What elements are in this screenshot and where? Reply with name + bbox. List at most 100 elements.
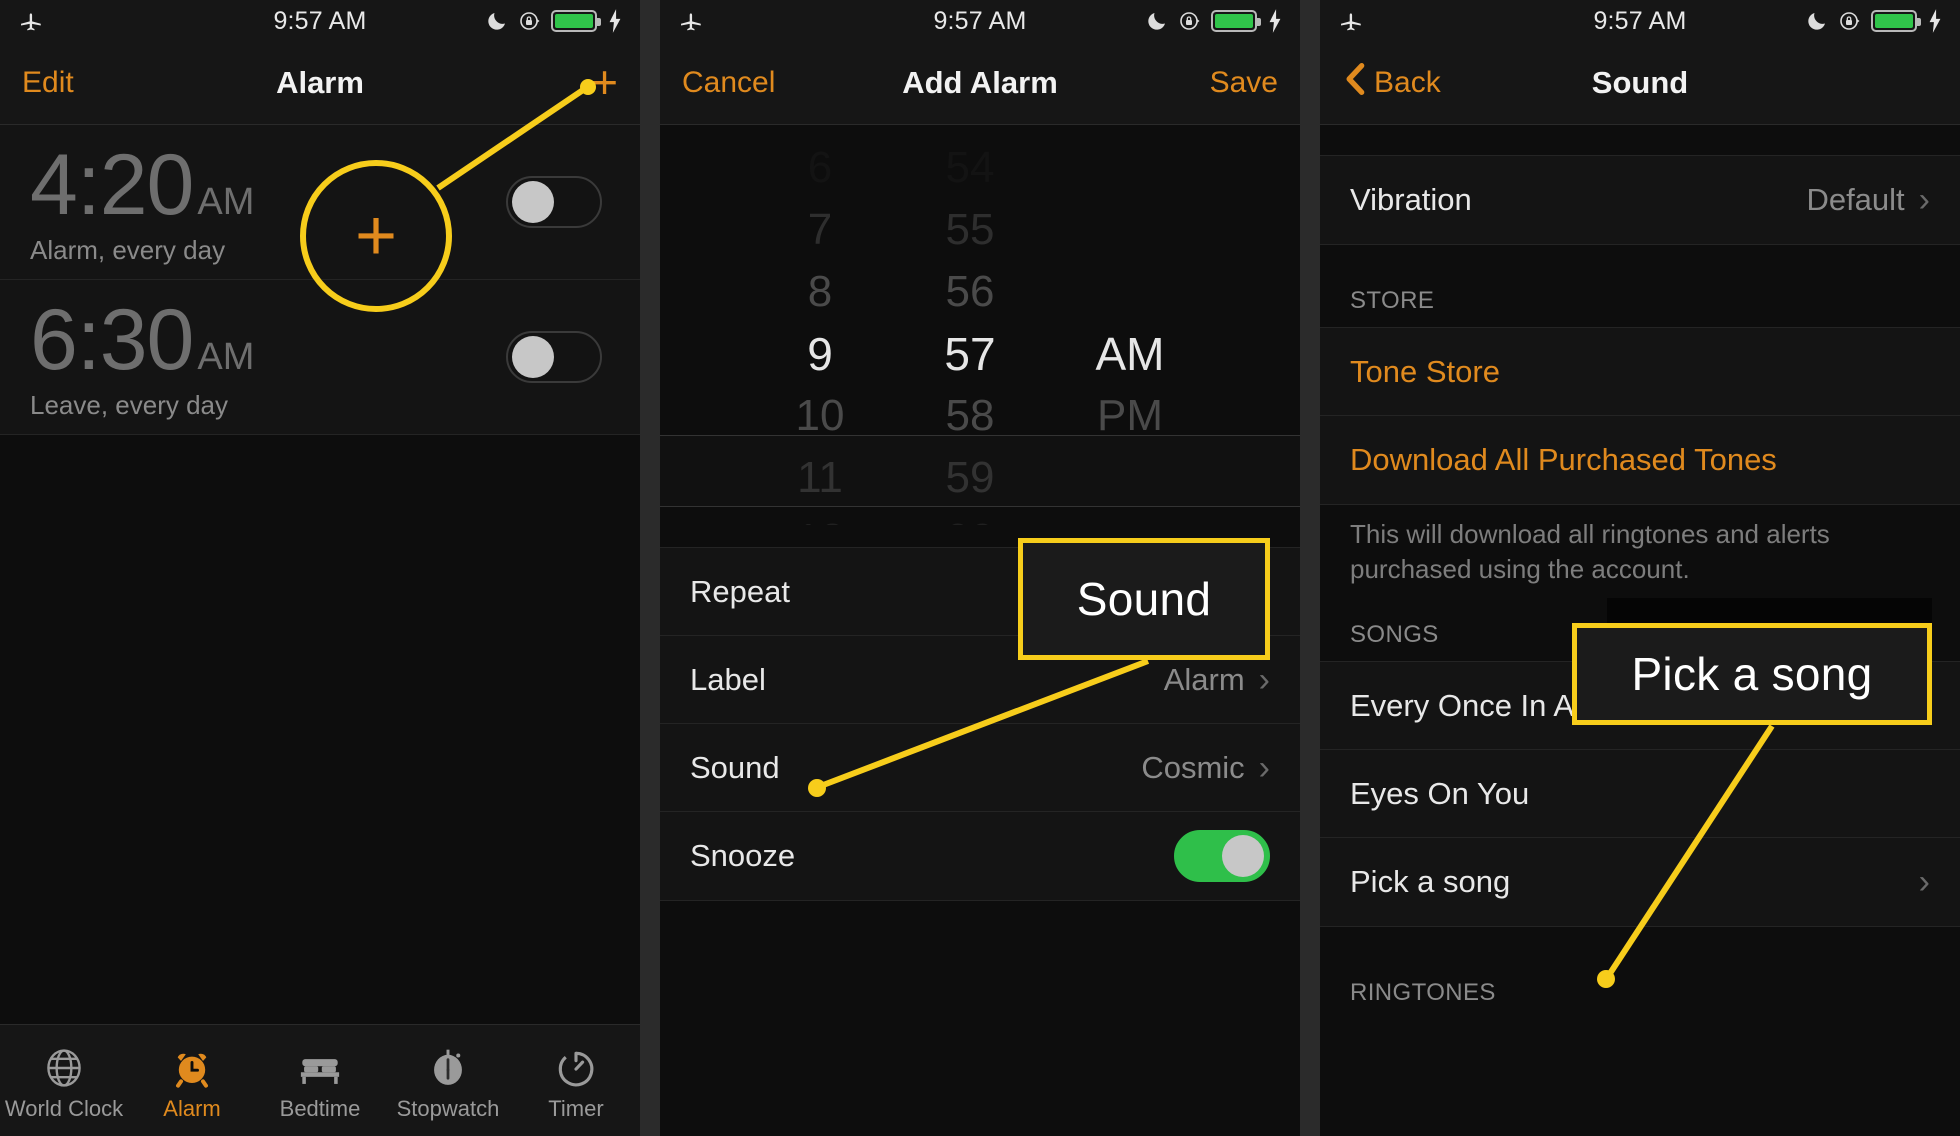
back-button[interactable]: Back: [1342, 59, 1441, 107]
alarm-subtitle: Leave, every day: [30, 389, 229, 420]
minute-column[interactable]: 54 55 56 57 58 59 00: [895, 137, 1045, 525]
time-picker[interactable]: 6 7 8 9 10 11 12 54 55 56 57 58 59 00: [660, 125, 1300, 525]
chevron-left-icon: [1342, 59, 1368, 107]
row-label: Repeat: [690, 573, 790, 609]
do-not-disturb-moon-icon: [485, 9, 509, 33]
song-row-pick-a-song[interactable]: Pick a song ›: [1320, 838, 1960, 926]
stopwatch-icon: [426, 1046, 470, 1090]
charging-bolt-icon: [606, 8, 624, 34]
battery-icon: [551, 10, 601, 32]
picker-item[interactable]: PM: [1045, 385, 1215, 447]
settings-row-tone-store[interactable]: Tone Store: [1320, 328, 1960, 416]
tab-bar: World Clock Alarm Bedtime Stopwatch Time…: [0, 1024, 640, 1136]
alarm-toggle[interactable]: [506, 176, 602, 228]
picker-item[interactable]: 12: [745, 509, 895, 525]
settings-row-vibration[interactable]: Vibration Default ›: [1320, 156, 1960, 244]
callout-sound: Sound: [1018, 538, 1270, 660]
section-header-store: STORE: [1320, 245, 1960, 327]
chevron-right-icon: ›: [1258, 660, 1270, 699]
nav-bar-sound: Back Sound: [1320, 42, 1960, 125]
picker-item[interactable]: 11: [745, 447, 895, 509]
chevron-right-icon: ›: [1258, 748, 1270, 787]
callout-pick-a-song: Pick a song: [1572, 623, 1932, 725]
rotation-lock-icon: [1178, 9, 1202, 33]
panel-divider: [640, 0, 660, 1136]
back-label: Back: [1374, 66, 1441, 99]
tab-label: Alarm: [163, 1095, 221, 1121]
row-label: Tone Store: [1350, 353, 1500, 389]
store-footer-note: This will download all ringtones and ale…: [1320, 505, 1960, 588]
edit-button[interactable]: Edit: [22, 66, 74, 100]
picker-item[interactable]: 00: [895, 509, 1045, 525]
save-button[interactable]: Save: [1210, 66, 1278, 100]
alarm-meridiem: AM: [197, 336, 255, 378]
nav-bar-add-alarm: Cancel Add Alarm Save: [660, 42, 1300, 125]
cancel-button[interactable]: Cancel: [682, 66, 775, 100]
do-not-disturb-moon-icon: [1805, 9, 1829, 33]
picker-item[interactable]: 8: [745, 261, 895, 323]
tab-stopwatch[interactable]: Stopwatch: [384, 1046, 512, 1122]
snooze-toggle[interactable]: [1174, 830, 1270, 882]
highlight-ring-add-alarm: +: [300, 160, 452, 312]
airplane-icon: [676, 8, 706, 34]
picker-item[interactable]: 59: [895, 447, 1045, 509]
row-value: Default ›: [1806, 182, 1930, 218]
picker-item[interactable]: 10: [745, 385, 895, 447]
bed-icon: [297, 1046, 343, 1090]
row-label: Snooze: [690, 838, 796, 873]
chevron-right-icon: ›: [1918, 181, 1930, 219]
plus-icon: +: [354, 196, 398, 276]
settings-row-download-tones[interactable]: Download All Purchased Tones: [1320, 416, 1960, 504]
tab-world-clock[interactable]: World Clock: [0, 1046, 128, 1122]
status-bar: 9:57 AM: [0, 0, 640, 42]
phone-screen-sound: 9:57 AM Back Sound Vibration Default › S…: [1320, 0, 1960, 1136]
row-value-text: Default: [1806, 182, 1905, 217]
picker-item-selected[interactable]: 57: [895, 323, 1045, 385]
tab-label: Timer: [548, 1095, 604, 1121]
song-row[interactable]: Eyes On You: [1320, 750, 1960, 839]
row-label: Sound: [690, 749, 780, 785]
status-bar: 9:57 AM: [660, 0, 1300, 42]
section-header-ringtones: RINGTONES: [1320, 927, 1960, 1020]
vibration-section: Vibration Default ›: [1320, 155, 1960, 245]
callout-text: Sound: [1076, 573, 1212, 625]
tab-timer[interactable]: Timer: [512, 1046, 640, 1122]
screenshot-stage: 9:57 AM Edit Alarm + 4:20 AM Alarm, ever…: [0, 0, 1960, 1136]
tab-alarm[interactable]: Alarm: [128, 1046, 256, 1122]
row-label: Eyes On You: [1350, 775, 1530, 811]
picker-item[interactable]: 55: [895, 199, 1045, 261]
tab-label: Bedtime: [279, 1095, 361, 1121]
globe-icon: [42, 1046, 86, 1090]
alarm-time-value: 4:20: [30, 137, 194, 233]
picker-item-selected[interactable]: AM: [1045, 323, 1215, 385]
picker-item-selected[interactable]: 9: [745, 323, 895, 385]
picker-item[interactable]: 54: [895, 137, 1045, 199]
row-value-text: Alarm: [1163, 661, 1245, 697]
picker-item[interactable]: 7: [745, 199, 895, 261]
airplane-icon: [1336, 8, 1366, 34]
spacer: [1320, 125, 1960, 155]
alarm-time-value: 6:30: [30, 292, 194, 388]
add-alarm-plus-icon[interactable]: +: [591, 60, 618, 105]
timer-icon: [554, 1046, 598, 1090]
store-section: Tone Store Download All Purchased Tones: [1320, 327, 1960, 505]
settings-row-snooze[interactable]: Snooze: [660, 812, 1300, 900]
row-value: Alarm ›: [1164, 662, 1270, 698]
charging-bolt-icon: [1926, 8, 1944, 34]
alarm-toggle[interactable]: [506, 331, 602, 383]
rotation-lock-icon: [518, 9, 542, 33]
meridiem-column[interactable]: AM PM: [1045, 137, 1215, 525]
panel-divider: [1300, 0, 1320, 1136]
settings-row-sound[interactable]: Sound Cosmic ›: [660, 724, 1300, 812]
row-label: Pick a song: [1350, 864, 1511, 900]
battery-icon: [1871, 10, 1921, 32]
hour-column[interactable]: 6 7 8 9 10 11 12: [745, 137, 895, 525]
tab-label: World Clock: [4, 1095, 124, 1121]
picker-item[interactable]: 56: [895, 261, 1045, 323]
tab-bedtime[interactable]: Bedtime: [256, 1046, 384, 1122]
picker-item[interactable]: 6: [745, 137, 895, 199]
tab-label: Stopwatch: [396, 1095, 500, 1121]
row-label: Vibration: [1350, 182, 1472, 217]
airplane-icon: [16, 8, 46, 34]
picker-item[interactable]: 58: [895, 385, 1045, 447]
